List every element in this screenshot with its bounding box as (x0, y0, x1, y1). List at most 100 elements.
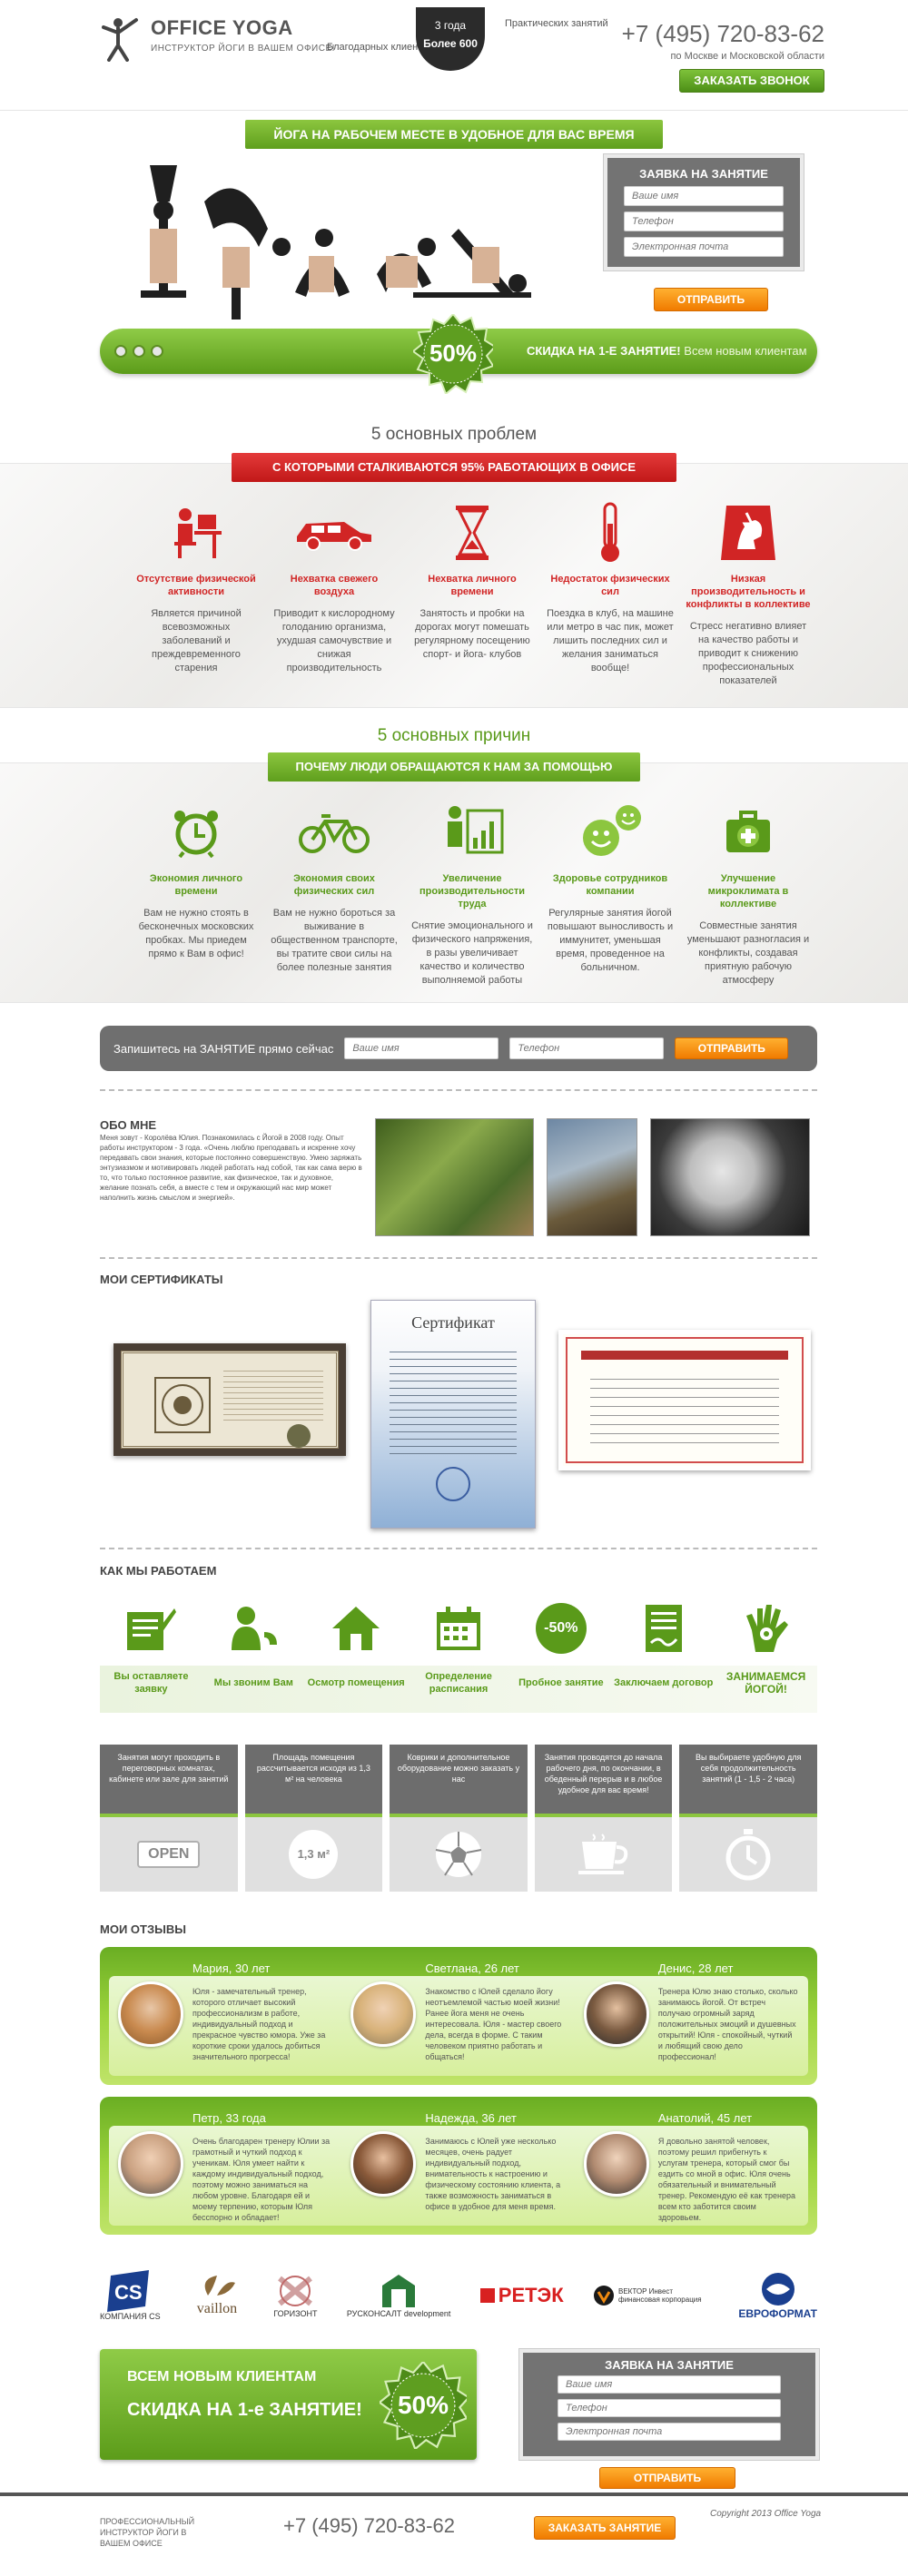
info-text: Площадь помещения рассчитывается исходя … (244, 1745, 383, 1817)
site-header: OFFICE YOGA ИНСТРУКТОР ЙОГИ В ВАШЕМ ОФИС… (0, 0, 908, 111)
hero-send-button[interactable]: ОТПРАВИТЬ (654, 288, 768, 311)
signup-strip-label: Запишитесь на ЗАНЯТИЕ прямо сейчас (114, 1041, 334, 1056)
process-step-label: Пробное занятие (518, 1677, 604, 1688)
strip-name-input[interactable] (344, 1037, 499, 1059)
about-text: Меня зовут - Королёва Юлия. Познакомилас… (100, 1134, 362, 1202)
bottom-name-input[interactable] (558, 2375, 781, 2394)
header-phone[interactable]: +7 (495) 720-83-62 (622, 20, 824, 48)
hero-phone-input[interactable] (624, 211, 784, 231)
promo-line-2: СКИДКА НА 1-е ЗАНЯТИЕ! (127, 2400, 362, 2420)
reason-card: Здоровье сотрудников компании Регулярные… (541, 800, 679, 988)
review-text: Очень благодарен тренеру Юлии за грамотн… (192, 2137, 331, 2222)
review-text: Юля - замечательный тренер, которого отл… (192, 1987, 326, 2061)
client-name: ГОРИЗОНТ (273, 2309, 318, 2318)
certificate-seal (287, 1424, 311, 1448)
review-text: Я довольно занятой человек, поэтому реши… (657, 2137, 795, 2222)
rusconsult-logo[interactable]: РУСКОНСАЛТ development (346, 2273, 451, 2318)
client-name: ВЕКТОР Инвест финансовая корпорация (617, 2287, 702, 2304)
problems-heading: 5 основных проблем (370, 425, 538, 444)
about-photo-portrait[interactable] (650, 1118, 810, 1236)
review-card: Денис, 28 лет Тренера Юлю знаю столько, … (575, 1961, 807, 2076)
slider-dot[interactable] (114, 345, 127, 358)
slider-dot[interactable] (133, 345, 145, 358)
problem-title: Нехватка свежего воздуха (290, 574, 379, 597)
callback-button[interactable]: ЗАКАЗАТЬ ЗВОНОК (679, 69, 824, 93)
reason-text: Регулярные занятия йогой повышают выносл… (547, 908, 674, 973)
footer-order-button[interactable]: ЗАКАЗАТЬ ЗАНЯТИЕ (534, 2516, 676, 2540)
bottom-phone-input[interactable] (558, 2399, 781, 2417)
bottom-form-title: ЗАЯВКА НА ЗАНЯТИЕ (605, 2358, 734, 2372)
strip-send-button[interactable]: ОТПРАВИТЬ (675, 1037, 789, 1059)
about-photo-tree[interactable] (375, 1118, 534, 1236)
retek-logo[interactable]: РЕТЭК (479, 2284, 564, 2307)
cs-logo[interactable]: CS КОМПАНИЯ CS (100, 2270, 161, 2321)
discount-value: 50% (429, 339, 478, 367)
ball-icon (435, 1832, 482, 1877)
reason-title: Экономия личного времени (149, 873, 243, 897)
brand-tagline: ИНСТРУКТОР ЙОГИ В ВАШЕМ ОФИСЕ! (151, 44, 335, 54)
reason-text: Вам не нужно стоять в бесконечных москов… (138, 908, 254, 959)
certificate-vivekananda[interactable] (558, 1330, 811, 1470)
footer-copyright: Copyright 2013 Office Yoga (710, 2509, 822, 2519)
hero-email-input[interactable] (624, 237, 784, 257)
process-step: -50% Пробное занятие (509, 1598, 612, 1706)
problems-banner: С КОТОРЫМИ СТАЛКИВАЮТСЯ 95% РАБОТАЮЩИХ В… (232, 453, 676, 482)
vaillon-leaf-icon (204, 2276, 235, 2296)
problem-text: Стресс негативно влияет на качество рабо… (689, 621, 807, 686)
review-text: Занимаюсь с Юлей уже несколько месяцев, … (425, 2137, 561, 2211)
review-text: Знакомство с Юлей сделало йогу неотъемле… (425, 1987, 562, 2061)
avatar (118, 2131, 183, 2197)
footer-phone[interactable]: +7 (495) 720-83-62 (283, 2514, 455, 2538)
problems-cards: Отсутствие физической активности Являетс… (127, 500, 817, 688)
certificate-russian[interactable]: Сертификат (370, 1300, 536, 1529)
reason-card: Экономия личного времени Вам не нужно ст… (127, 800, 265, 988)
certificate-heading: Сертификат (411, 1313, 495, 1332)
client-name: РУСКОНСАЛТ development (346, 2309, 451, 2318)
divider (100, 1548, 817, 1549)
process-step: Вы оставляете заявку (100, 1598, 202, 1706)
certificate-banner (581, 1351, 788, 1360)
problem-title: Недостаток физических сил (550, 574, 670, 597)
review-author: Анатолий, 45 лет (657, 2111, 753, 2125)
reason-title: Улучшение микроклимата в коллективе (707, 873, 789, 909)
bottom-send-button[interactable]: ОТПРАВИТЬ (599, 2467, 735, 2489)
bottom-email-input[interactable] (558, 2423, 781, 2441)
slider-dot[interactable] (151, 345, 163, 358)
certificate-text-lines (590, 1371, 779, 1443)
offer-text: СКИДКА НА 1-е ЗАНЯТИЕ! Всем новым клиент… (527, 344, 807, 358)
form-icon (127, 1608, 177, 1650)
certificates-title: МОИ СЕРТИФИКАТЫ (100, 1273, 223, 1286)
evroformat-logo[interactable]: ЕВРОФОРМАТ (738, 2271, 817, 2320)
reason-text: Снятие эмоционального и физического напр… (411, 920, 533, 986)
process-step-label: Мы звоним Вам (213, 1677, 293, 1688)
client-name: РЕТЭК (498, 2284, 564, 2306)
reason-title: Увеличение производительности труда (419, 873, 525, 909)
yoga-poses-image (141, 165, 531, 320)
stat-badge-years: 3 года (434, 19, 467, 32)
info-column: Коврики и дополнительное оборудование мо… (390, 1745, 528, 1892)
problem-title: Нехватка личного времени (428, 574, 517, 597)
certificate-universal-yoga[interactable] (114, 1343, 346, 1456)
gorizont-logo-icon (278, 2276, 313, 2306)
promo-discount-value: 50% (397, 2391, 449, 2419)
gorizont-logo[interactable]: ГОРИЗОНТ (273, 2273, 317, 2318)
hero-name-input[interactable] (624, 186, 784, 206)
review-text: Тренера Юлю знаю столько, сколько занима… (657, 1987, 798, 2061)
avatar (350, 2131, 417, 2197)
mandala-icon (154, 1377, 211, 1433)
vaillon-logo[interactable]: vaillon (190, 2274, 244, 2317)
strip-phone-input[interactable] (509, 1037, 665, 1059)
about-photo-nature[interactable] (547, 1118, 637, 1236)
avatar (583, 2131, 649, 2197)
bottom-promo: ВСЕМ НОВЫМ КЛИЕНТАМ СКИДКА НА 1-е ЗАНЯТИ… (100, 2349, 477, 2460)
hero-section: ЙОГА НА РАБОЧЕМ МЕСТЕ В УДОБНОЕ ДЛЯ ВАС … (0, 111, 908, 410)
problem-text: Приводит к кислородному голоданию органи… (273, 608, 395, 673)
cup-icon (577, 1834, 627, 1874)
reason-card: Экономия своих физических сил Вам не нуж… (265, 800, 403, 988)
problem-title: Низкая производительность и конфликты в … (686, 574, 811, 610)
vektor-logo[interactable]: ВЕКТОР Инвест финансовая корпорация (593, 2285, 709, 2306)
logo[interactable]: OFFICE YOGA ИНСТРУКТОР ЙОГИ В ВАШЕМ ОФИС… (100, 16, 335, 62)
review-card: Анатолий, 45 лет Я довольно занятой чело… (575, 2111, 807, 2226)
problem-card: Отсутствие физической активности Являетс… (127, 500, 265, 688)
smiley-faces-icon (583, 805, 641, 856)
